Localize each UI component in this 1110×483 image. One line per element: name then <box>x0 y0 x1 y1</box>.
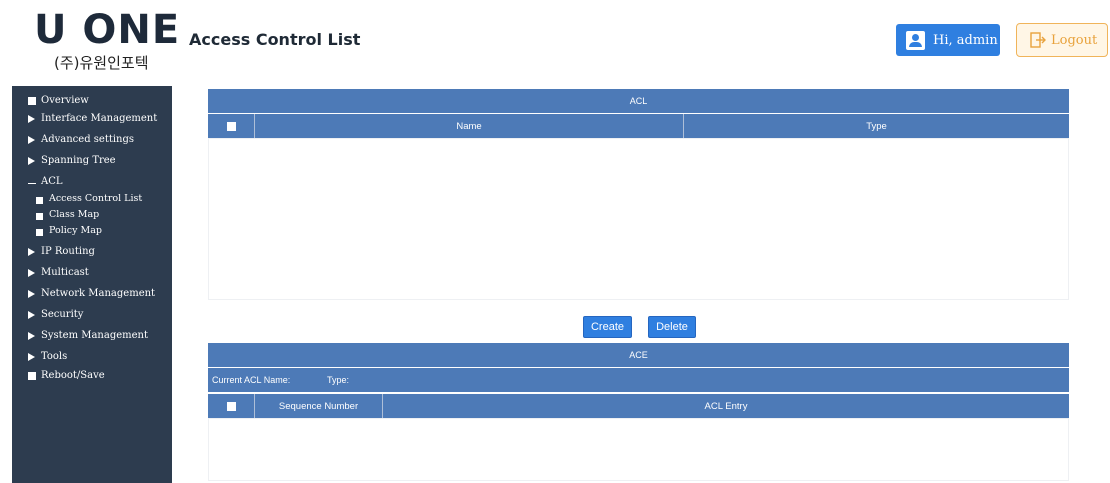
logo: U ONE (주)유원인포텍 <box>30 8 180 76</box>
square-bullet-icon <box>28 371 36 380</box>
current-acl-type-label: Type: <box>327 375 350 385</box>
sidebar: Overview Interface Management Advanced s… <box>12 86 172 483</box>
current-acl-name-label: Current ACL Name: <box>212 375 291 385</box>
sidebar-item-label: Advanced settings <box>41 134 135 145</box>
sidebar-item-advanced-settings[interactable]: Advanced settings <box>28 134 134 145</box>
sidebar-subitem-policy-map[interactable]: Policy Map <box>36 225 102 236</box>
user-menu-button[interactable]: Hi, admin <box>896 24 1000 56</box>
square-bullet-icon <box>36 228 43 236</box>
square-bullet-icon <box>36 196 43 204</box>
ace-table-body <box>208 418 1069 481</box>
sidebar-subitem-label: Access Control List <box>49 193 143 204</box>
expand-arrow-icon <box>28 135 35 144</box>
expand-arrow-icon <box>28 289 35 298</box>
sidebar-item-system-management[interactable]: System Management <box>28 330 148 341</box>
sidebar-item-label: IP Routing <box>41 246 95 257</box>
sidebar-subitem-class-map[interactable]: Class Map <box>36 209 99 220</box>
logo-company-name: (주)유원인포텍 <box>54 54 149 72</box>
expand-arrow-icon <box>28 114 35 123</box>
logo-mark: U ONE <box>34 7 181 53</box>
ace-panel-title-bar: ACE <box>208 343 1069 367</box>
ace-panel-title: ACE <box>629 350 648 360</box>
acl-select-all-checkbox[interactable] <box>227 122 236 131</box>
acl-column-type[interactable]: Type <box>683 114 1069 138</box>
sidebar-item-multicast[interactable]: Multicast <box>28 267 89 278</box>
sidebar-item-acl[interactable]: ACL <box>28 176 63 187</box>
sidebar-item-label: Overview <box>41 95 89 106</box>
acl-table-header: Name Type <box>208 114 1069 138</box>
expand-arrow-icon <box>28 331 35 340</box>
logout-icon <box>1030 32 1046 48</box>
sidebar-item-reboot-save[interactable]: Reboot/Save <box>28 370 105 381</box>
ace-current-acl-bar: Current ACL Name: Type: <box>208 368 1069 392</box>
create-button[interactable]: Create <box>583 316 632 338</box>
sidebar-item-label: ACL <box>41 176 63 187</box>
square-bullet-icon <box>28 96 36 105</box>
sidebar-item-label: Tools <box>41 351 68 362</box>
acl-column-name[interactable]: Name <box>254 114 683 138</box>
sidebar-item-network-management[interactable]: Network Management <box>28 288 155 299</box>
sidebar-item-spanning-tree[interactable]: Spanning Tree <box>28 155 116 166</box>
user-icon <box>906 30 925 50</box>
ace-column-acl-entry[interactable]: ACL Entry <box>382 394 1069 418</box>
expand-arrow-icon <box>28 352 35 361</box>
sidebar-item-interface-management[interactable]: Interface Management <box>28 113 157 124</box>
sidebar-item-label: Spanning Tree <box>41 155 116 166</box>
user-greeting: Hi, admin <box>933 32 998 48</box>
sidebar-item-label: Multicast <box>41 267 89 278</box>
sidebar-item-label: Network Management <box>41 288 156 299</box>
expand-arrow-icon <box>28 268 35 277</box>
collapse-dash-icon <box>28 183 36 184</box>
sidebar-item-ip-routing[interactable]: IP Routing <box>28 246 95 257</box>
sidebar-item-security[interactable]: Security <box>28 309 83 320</box>
acl-panel-title-bar: ACL <box>208 89 1069 113</box>
ace-column-sequence-number[interactable]: Sequence Number <box>254 394 382 418</box>
sidebar-item-tools[interactable]: Tools <box>28 351 67 362</box>
sidebar-subitem-label: Policy Map <box>49 225 102 236</box>
sidebar-item-overview[interactable]: Overview <box>28 95 89 106</box>
ace-table-header: Sequence Number ACL Entry <box>208 394 1069 418</box>
sidebar-item-label: Security <box>41 309 84 320</box>
sidebar-subitem-access-control-list[interactable]: Access Control List <box>36 193 142 204</box>
expand-arrow-icon <box>28 247 35 256</box>
page-title: Access Control List <box>189 30 361 49</box>
acl-table-body <box>208 138 1069 300</box>
sidebar-subitem-label: Class Map <box>49 209 100 220</box>
square-bullet-icon <box>36 212 43 220</box>
sidebar-item-label: Interface Management <box>41 113 158 124</box>
logout-button[interactable]: Logout <box>1016 23 1108 57</box>
acl-panel-title: ACL <box>629 96 648 106</box>
delete-button[interactable]: Delete <box>648 316 696 338</box>
sidebar-item-label: Reboot/Save <box>41 370 105 381</box>
expand-arrow-icon <box>28 156 35 165</box>
expand-arrow-icon <box>28 310 35 319</box>
logout-label: Logout <box>1051 32 1098 48</box>
sidebar-item-label: System Management <box>41 330 149 341</box>
ace-select-all-checkbox[interactable] <box>227 402 236 411</box>
